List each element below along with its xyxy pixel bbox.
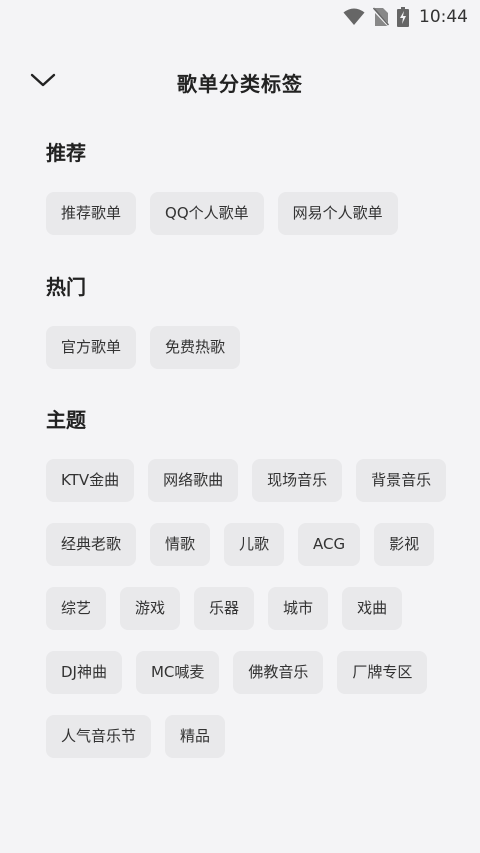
section-title: 热门 [46,275,86,299]
tag-mc-shouting[interactable]: MC喊麦 [135,651,220,694]
tag-dj-hits[interactable]: DJ神曲 [46,651,122,694]
tag-instruments[interactable]: 乐器 [194,587,255,630]
tag-city[interactable]: 城市 [268,587,329,630]
status-bar: 10:44 [0,0,480,34]
tag-label-zone[interactable]: 厂牌专区 [337,651,428,694]
battery-charging-icon [397,7,409,27]
tag-list: 官方歌单 免费热歌 [46,326,460,369]
tag-classic-oldies[interactable]: 经典老歌 [46,523,137,566]
tag-games[interactable]: 游戏 [120,587,181,630]
section-popular: 热门 官方歌单 免费热歌 [46,272,460,369]
tag-netease-personal-playlist[interactable]: 网易个人歌单 [277,192,398,235]
tag-qq-personal-playlist[interactable]: QQ个人歌单 [150,192,264,235]
wifi-icon [343,8,365,26]
tag-live-music[interactable]: 现场音乐 [252,459,343,502]
tag-premium[interactable]: 精品 [165,715,226,758]
chevron-down-icon [30,72,56,92]
collapse-button[interactable] [26,66,60,98]
tag-variety[interactable]: 综艺 [46,587,107,630]
tag-popular-music-festival[interactable]: 人气音乐节 [46,715,152,758]
page-title: 歌单分类标签 [177,71,303,96]
header: 歌单分类标签 [0,58,480,106]
no-sim-icon [373,7,389,27]
tag-internet-songs[interactable]: 网络歌曲 [148,459,239,502]
tag-film-tv[interactable]: 影视 [374,523,435,566]
tag-official-playlist[interactable]: 官方歌单 [46,326,137,369]
tag-free-hits[interactable]: 免费热歌 [150,326,241,369]
section-title: 推荐 [46,141,86,165]
tag-recommended-playlist[interactable]: 推荐歌单 [46,192,137,235]
tag-list: KTV金曲 网络歌曲 现场音乐 背景音乐 经典老歌 情歌 儿歌 ACG 影视 综… [46,459,460,758]
tag-buddhist-music[interactable]: 佛教音乐 [233,651,324,694]
section-recommended: 推荐 推荐歌单 QQ个人歌单 网易个人歌单 [46,138,460,235]
tag-background-music[interactable]: 背景音乐 [356,459,447,502]
tag-children-songs[interactable]: 儿歌 [224,523,285,566]
tag-opera[interactable]: 戏曲 [342,587,403,630]
status-time: 10:44 [419,7,468,27]
tag-acg[interactable]: ACG [298,523,361,566]
tag-ktv-hits[interactable]: KTV金曲 [46,459,135,502]
section-themes: 主题 KTV金曲 网络歌曲 现场音乐 背景音乐 经典老歌 情歌 儿歌 ACG 影… [46,405,460,758]
tag-list: 推荐歌单 QQ个人歌单 网易个人歌单 [46,192,460,235]
section-title: 主题 [46,408,86,432]
tag-love-songs[interactable]: 情歌 [150,523,211,566]
